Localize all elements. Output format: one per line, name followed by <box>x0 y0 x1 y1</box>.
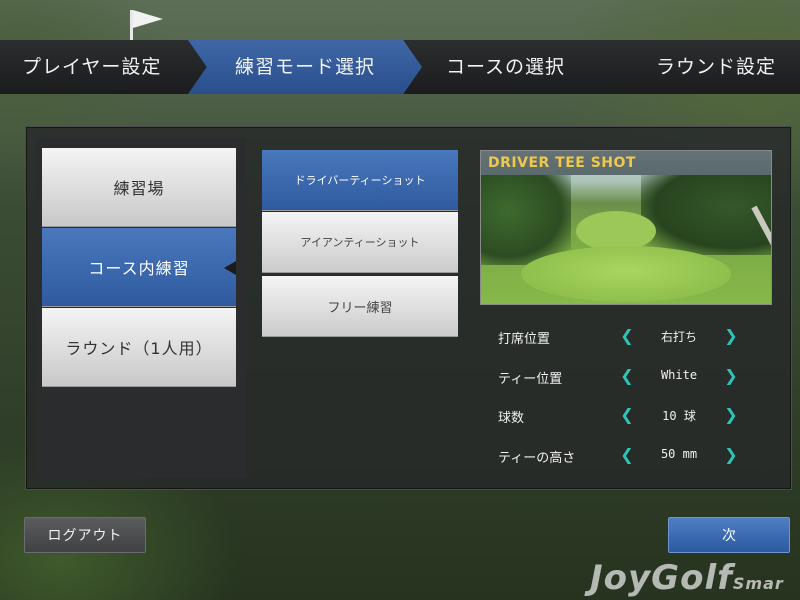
setting-stance: 打席位置 ❮ 右打ち ❯ <box>498 324 748 348</box>
preview-trees-right <box>641 175 771 255</box>
setting-value: 50 mm <box>660 447 698 461</box>
setting-label: 球数 <box>498 411 525 426</box>
setting-tee-position: ティー位置 ❮ White ❯ <box>498 364 748 388</box>
setting-value: White <box>660 368 698 382</box>
selection-pointer-icon <box>224 261 236 275</box>
preview-fairway <box>576 211 656 251</box>
sub-iron-tee-shot-button[interactable]: アイアンティーショット <box>262 212 458 273</box>
setting-label: 打席位置 <box>498 332 551 347</box>
sub-driver-tee-shot-button[interactable]: ドライバーティーショット <box>262 150 458 211</box>
preview-title: DRIVER TEE SHOT <box>481 151 771 175</box>
setting-label: ティーの高さ <box>498 451 576 466</box>
logout-button[interactable]: ログアウト <box>24 517 146 553</box>
mode-round-single-button[interactable]: ラウンド（1人用） <box>42 308 236 387</box>
step-player-settings[interactable]: プレイヤー設定 <box>22 40 161 94</box>
step-navigation: プレイヤー設定 練習モード選択 コースの選択 ラウンド設定 <box>0 40 800 94</box>
chevron-left-icon[interactable]: ❮ <box>620 405 634 424</box>
setting-label: ティー位置 <box>498 372 563 387</box>
logo-main: JoyGolf <box>590 558 733 598</box>
mode-course-practice-button[interactable]: コース内練習 <box>42 228 236 307</box>
flag-icon <box>133 10 163 28</box>
chevron-right-icon[interactable]: ❯ <box>724 405 738 424</box>
chevron-right-icon[interactable]: ❯ <box>724 326 738 345</box>
preview-trees-left <box>481 175 571 265</box>
step-practice-mode[interactable]: 練習モード選択 <box>188 40 422 94</box>
logo-sub: Smar <box>732 574 784 593</box>
step-round-settings[interactable]: ラウンド設定 <box>656 40 776 94</box>
chevron-left-icon[interactable]: ❮ <box>620 326 634 345</box>
next-button[interactable]: 次 <box>668 517 790 553</box>
preview-tee-box <box>521 246 731 302</box>
setting-ball-count: 球数 ❮ 10 球 ❯ <box>498 403 748 427</box>
mode-driving-range-button[interactable]: 練習場 <box>42 148 236 227</box>
setting-value: 右打ち <box>660 330 697 344</box>
setting-tee-height: ティーの高さ ❮ 50 mm ❯ <box>498 443 748 467</box>
joygolf-logo: JoyGolfSmar <box>590 558 784 598</box>
chevron-left-icon[interactable]: ❮ <box>620 366 634 385</box>
sub-free-practice-button[interactable]: フリー練習 <box>262 276 458 337</box>
step-course-select[interactable]: コースの選択 <box>446 40 565 94</box>
course-preview: DRIVER TEE SHOT <box>480 150 772 305</box>
chevron-left-icon[interactable]: ❮ <box>620 445 634 464</box>
chevron-right-icon[interactable]: ❯ <box>724 366 738 385</box>
chevron-right-icon[interactable]: ❯ <box>724 445 738 464</box>
setting-value: 10 球 <box>662 409 696 423</box>
